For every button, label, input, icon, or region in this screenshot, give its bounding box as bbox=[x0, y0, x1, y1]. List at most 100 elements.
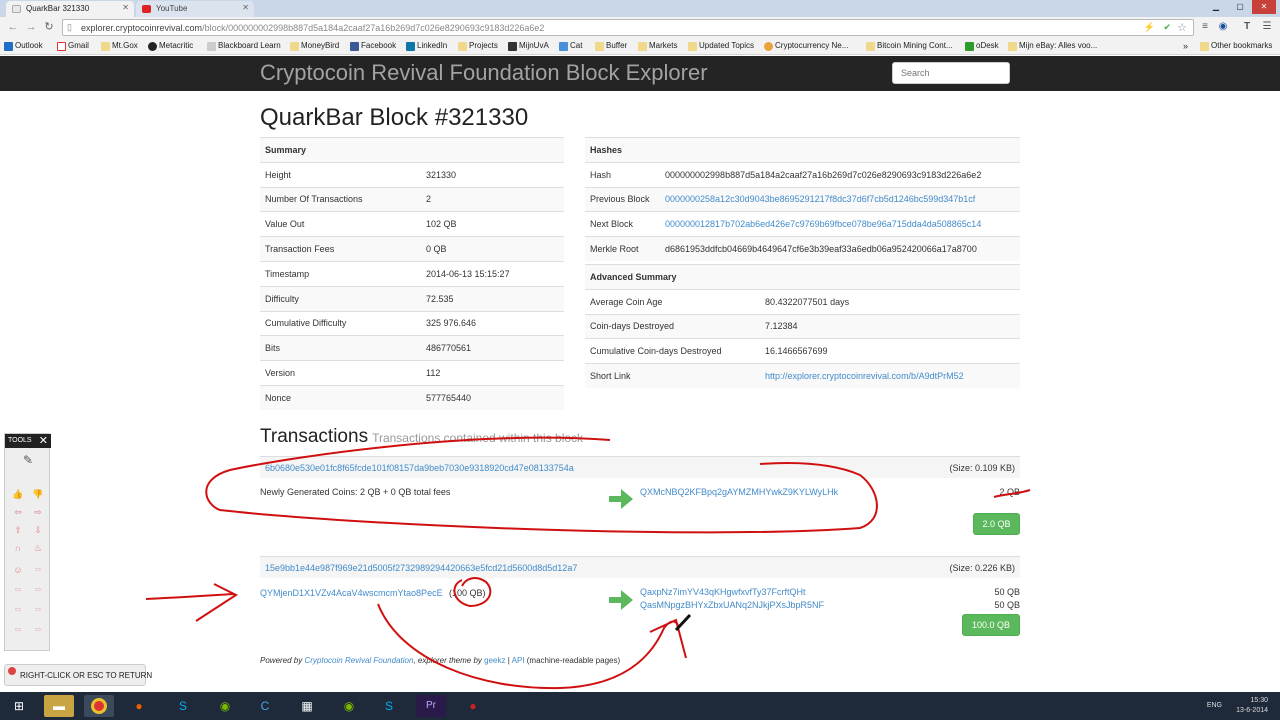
close-tab-icon[interactable]: ✕ bbox=[242, 3, 249, 12]
arrow-right-tool-icon[interactable]: ⇨ bbox=[31, 506, 45, 518]
reload-icon[interactable]: ↻ bbox=[42, 20, 56, 34]
other-bookmarks[interactable]: Other bookmarks bbox=[1200, 41, 1272, 53]
table-row: Cumulative Coin-days Destroyed 16.1466567… bbox=[585, 338, 1020, 364]
bookmark-label: Outlook bbox=[15, 41, 43, 50]
search-input[interactable] bbox=[892, 62, 1010, 84]
fail-stamp-icon[interactable]: ▭ bbox=[31, 564, 45, 576]
chrome-icon[interactable] bbox=[84, 695, 114, 717]
transaction-hash-link[interactable]: 15e9bb1e44e987f969e21d5005f2732989294420… bbox=[265, 563, 577, 573]
next-block-link[interactable]: 000000012817b702ab6ed426e7c9769b69fbce07… bbox=[660, 211, 1020, 237]
bookmark-projects[interactable]: Projects bbox=[458, 41, 498, 53]
address-bar[interactable]: ▯ explorer.cryptocoinrevival.com/block/0… bbox=[62, 19, 1194, 36]
thumbs-down-icon[interactable]: 👎 bbox=[31, 488, 45, 500]
bookmark-updated-topics[interactable]: Updated Topics bbox=[688, 41, 754, 53]
return-hint-bar[interactable]: RIGHT-CLICK OR ESC TO RETURN bbox=[4, 664, 152, 686]
transaction-total-button[interactable]: 2.0 QB bbox=[973, 513, 1020, 535]
bookmark-linkedin[interactable]: LinkedIn bbox=[406, 41, 447, 53]
menu-icon[interactable]: ☰ bbox=[1260, 20, 1274, 34]
stamp-icon[interactable]: ▭ bbox=[31, 624, 45, 636]
explorer-icon[interactable]: ▬ bbox=[44, 695, 74, 717]
apps-icon[interactable]: ▦ bbox=[292, 695, 322, 717]
folder-icon bbox=[688, 42, 697, 51]
stamp-icon[interactable]: ▭ bbox=[31, 604, 45, 616]
bookmarks-bar: Outlook Gmail Mt.Gox Metacritic Blackboa… bbox=[0, 39, 1280, 55]
bookmark-outlook[interactable]: Outlook bbox=[4, 41, 43, 53]
transaction-size: (Size: 0.226 KB) bbox=[949, 563, 1015, 573]
arrow-up-icon[interactable]: ⇧ bbox=[11, 524, 25, 536]
maximize-icon[interactable]: ▢ bbox=[1228, 0, 1252, 14]
bookmark-blackboard[interactable]: Blackboard Learn bbox=[207, 41, 281, 53]
transaction-total-button[interactable]: 100.0 QB bbox=[962, 614, 1020, 636]
input-address-link[interactable]: QYMjenD1X1VZv4AcaV4wscmcmYtao8PecE bbox=[260, 588, 443, 598]
arrow-down-icon[interactable]: ⇩ bbox=[31, 524, 45, 536]
bookmark-cat[interactable]: Cat bbox=[559, 41, 582, 53]
geekz-link[interactable]: geekz bbox=[484, 656, 505, 665]
close-window-icon[interactable]: ✕ bbox=[1252, 0, 1276, 14]
system-clock[interactable]: 15:30 13-6-2014 bbox=[1236, 696, 1268, 716]
bookmark-metacritic[interactable]: Metacritic bbox=[148, 41, 193, 53]
output-address-link[interactable]: QaxpNz7imYV43qKHgwfxvfTy37FcrftQHt bbox=[640, 587, 806, 597]
bookmark-ebay[interactable]: Mijn eBay: Alles voo... bbox=[1008, 41, 1097, 53]
output-address-link[interactable]: QXMcNBQ2KFBpq2gAYMZMHYwkZ9KYLWyLHk bbox=[640, 487, 838, 497]
spotify-icon[interactable]: ◉ bbox=[210, 695, 240, 717]
blackboard-icon bbox=[207, 42, 216, 51]
bookmark-markets[interactable]: Markets bbox=[638, 41, 677, 53]
bookmark-label: oDesk bbox=[976, 41, 999, 50]
magnet-icon[interactable]: ∩ bbox=[11, 542, 25, 554]
bookmark-gmail[interactable]: Gmail bbox=[57, 41, 89, 53]
folder-icon bbox=[595, 42, 604, 51]
news-icon[interactable]: ◉ bbox=[1216, 20, 1230, 34]
windows-start-icon[interactable]: ⊞ bbox=[4, 695, 34, 717]
ccleaner-icon[interactable]: C bbox=[250, 695, 280, 717]
bookmark-cryptocurrency[interactable]: Cryptocurrency Ne... bbox=[764, 41, 848, 53]
back-icon[interactable]: ← bbox=[6, 20, 20, 34]
spotify-icon[interactable]: ◉ bbox=[334, 695, 364, 717]
bookmark-facebook[interactable]: Facebook bbox=[350, 41, 396, 53]
clock-date: 13-6-2014 bbox=[1236, 707, 1268, 714]
short-link[interactable]: http://explorer.cryptocoinrevival.com/b/… bbox=[760, 363, 1020, 389]
merkle-root-value: d6861953ddfcb04669b4649647cf6e3b39eaf33a… bbox=[660, 236, 1020, 262]
language-indicator[interactable]: ENG bbox=[1207, 702, 1222, 709]
foundation-link[interactable]: Cryptocoin Revival Foundation bbox=[304, 656, 413, 665]
premiere-icon[interactable]: Pr bbox=[416, 695, 446, 717]
bookmark-star-icon[interactable]: ☆ bbox=[1177, 21, 1187, 34]
pen-tool-icon[interactable]: ✎ bbox=[21, 454, 35, 466]
previous-block-link[interactable]: 0000000258a12c30d9043be8695291217f8dc37d… bbox=[660, 186, 1020, 212]
flame-icon[interactable]: ♨ bbox=[31, 542, 45, 554]
bookmark-moneybird[interactable]: MoneyBird bbox=[290, 41, 339, 53]
stamp-icon[interactable]: ▭ bbox=[11, 604, 25, 616]
record-app-icon[interactable]: ● bbox=[458, 695, 488, 717]
text-icon[interactable]: T bbox=[1240, 20, 1254, 34]
stamp-icon[interactable]: ▭ bbox=[11, 624, 25, 636]
bookmark-bitcoin-mining[interactable]: Bitcoin Mining Cont... bbox=[866, 41, 953, 53]
bookmark-mijnuva[interactable]: MijnUvA bbox=[508, 41, 549, 53]
browser-tab-youtube[interactable]: YouTube ✕ bbox=[136, 1, 254, 17]
skype-icon[interactable]: S bbox=[168, 695, 198, 717]
bookmark-mtgox[interactable]: Mt.Gox bbox=[101, 41, 138, 53]
smiley-icon[interactable]: ☺ bbox=[11, 564, 25, 576]
output-address-link[interactable]: QasMNpgzBHYxZbxUANq2NJkjPXsJbpR5NF bbox=[640, 600, 824, 610]
api-link[interactable]: API bbox=[512, 656, 525, 665]
browser-tab-active[interactable]: QuarkBar 321330 ✕ bbox=[6, 1, 134, 17]
folder-icon bbox=[458, 42, 467, 51]
thumbs-up-icon[interactable]: 👍 bbox=[11, 488, 25, 500]
forward-icon[interactable]: → bbox=[24, 20, 38, 34]
bookmarks-overflow-button[interactable]: » bbox=[1183, 41, 1188, 51]
annotation-tools-panel: TOOLS ✕ ✎ 👍 👎 ⇦ ⇨ ⇧ ⇩ ∩ ♨ ☺ ▭ ▭ ▭ ▭ ▭ ▭ … bbox=[4, 433, 51, 651]
skype-icon[interactable]: S bbox=[374, 695, 404, 717]
bookmark-odesk[interactable]: oDesk bbox=[965, 41, 999, 53]
stamp-icon[interactable]: ▭ bbox=[31, 584, 45, 596]
firefox-icon[interactable]: ● bbox=[124, 695, 154, 717]
layers-icon[interactable]: ≡ bbox=[1198, 20, 1212, 34]
bookmark-label: Gmail bbox=[68, 41, 89, 50]
transaction-hash-link[interactable]: 6b0680e530e01fc8f65fcde101f08157da9beb70… bbox=[265, 463, 574, 473]
close-tab-icon[interactable]: ✕ bbox=[122, 3, 129, 12]
bookmark-buffer[interactable]: Buffer bbox=[595, 41, 627, 53]
minimize-icon[interactable]: ▁ bbox=[1204, 0, 1228, 14]
arrow-left-icon[interactable]: ⇦ bbox=[11, 506, 25, 518]
close-tools-icon[interactable]: ✕ bbox=[39, 434, 48, 447]
check-icon[interactable]: ✔ bbox=[1163, 22, 1171, 33]
stamp-icon[interactable]: ▭ bbox=[11, 584, 25, 596]
site-brand[interactable]: Cryptocoin Revival Foundation Block Expl… bbox=[260, 60, 708, 86]
extension-icon[interactable]: ⚡ bbox=[1144, 22, 1155, 33]
